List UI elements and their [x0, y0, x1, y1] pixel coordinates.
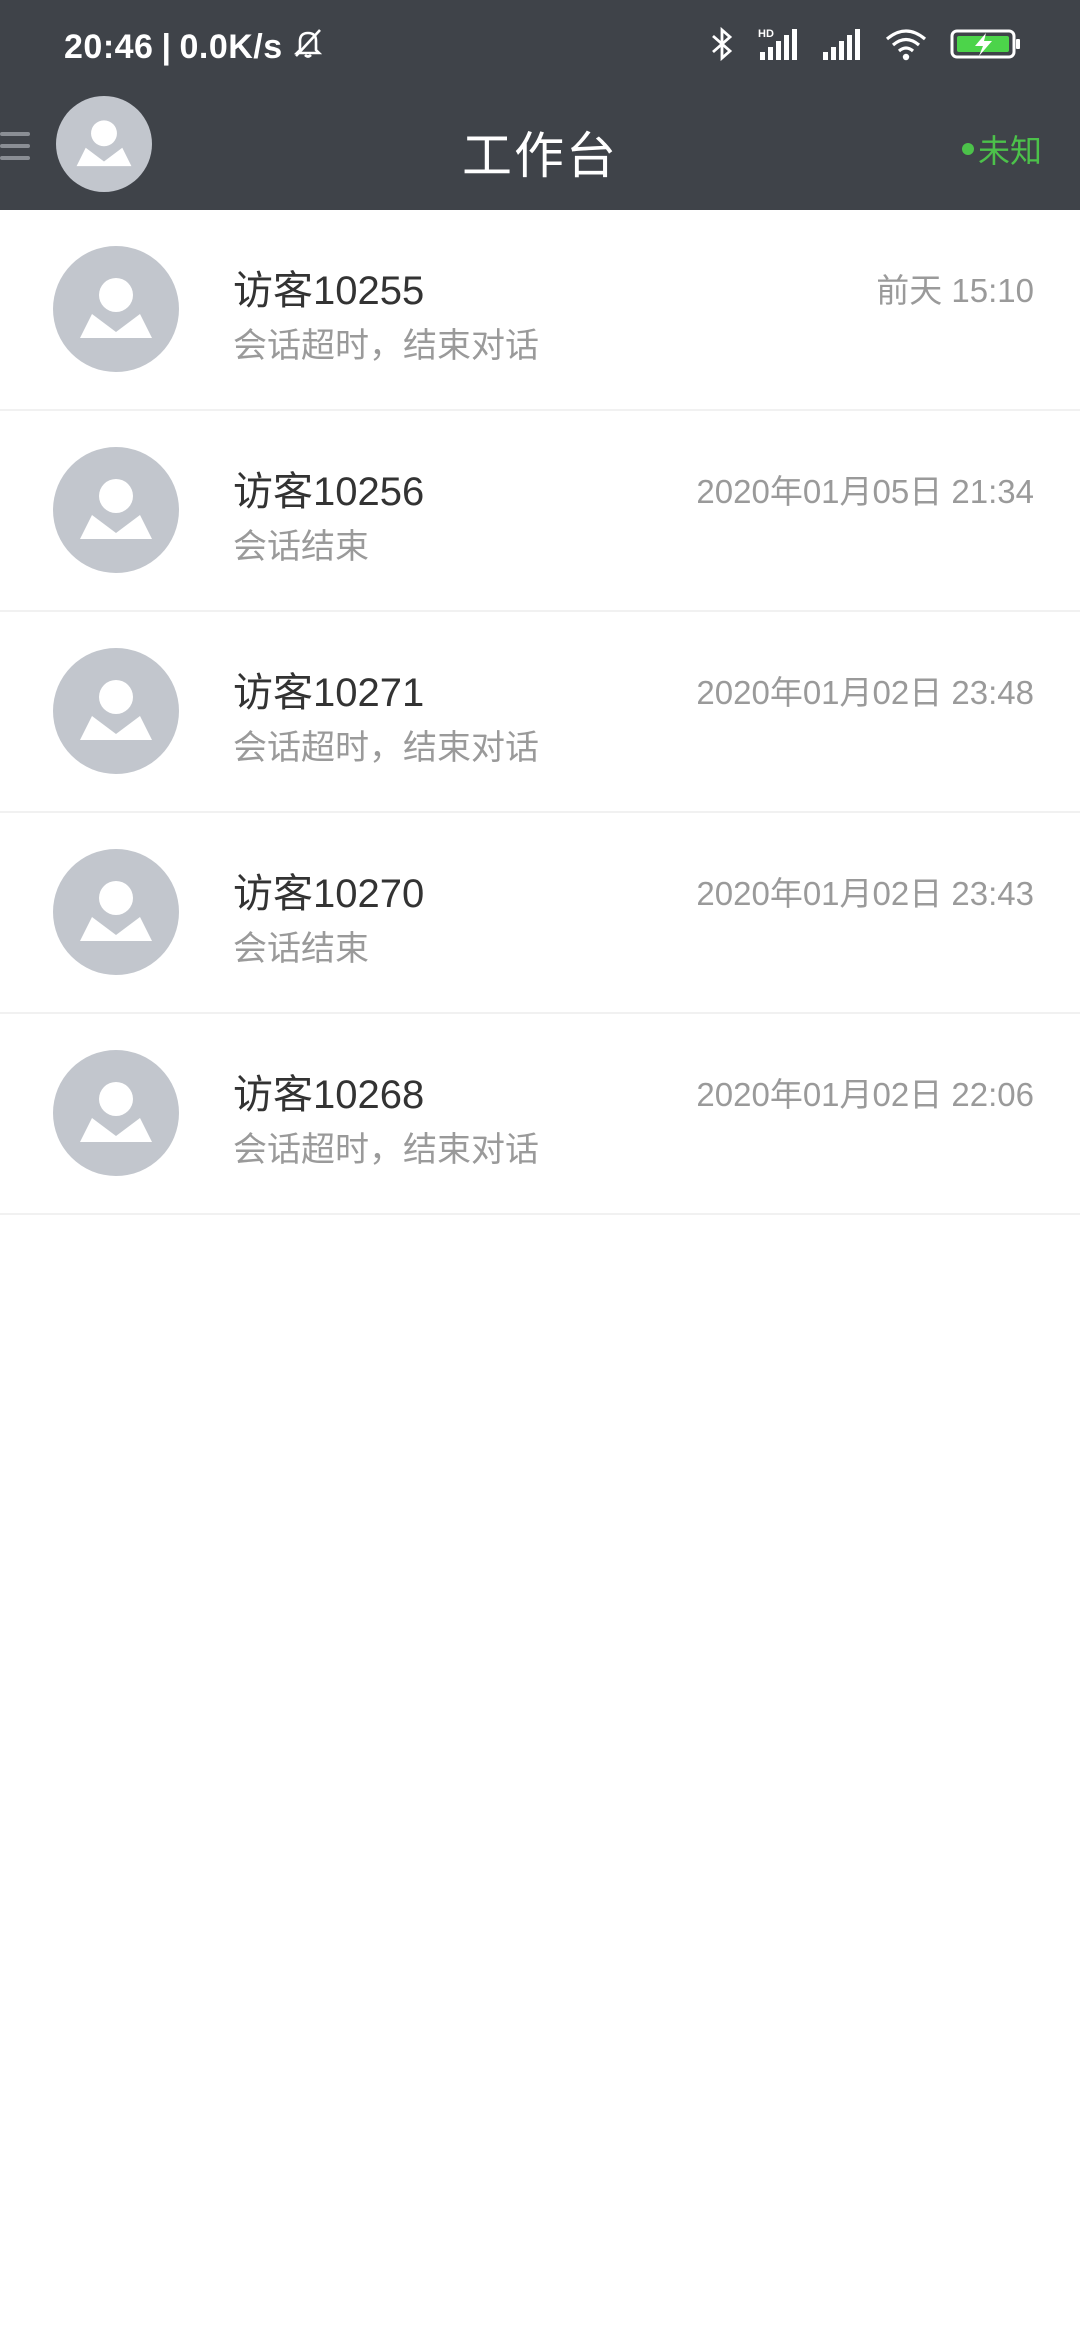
visitor-avatar [53, 246, 179, 372]
visitor-name: 访客10271 [233, 671, 425, 715]
clock: 20:46 [64, 28, 154, 66]
hd-signal-icon: HD [758, 26, 800, 67]
last-message: 会话结束 [233, 930, 369, 968]
agent-status-toggle[interactable]: 未知 [961, 126, 1042, 172]
user-icon [80, 881, 152, 941]
conversation-list: 访客10255 会话超时，结束对话 前天 15:10 访客10256 会话结束 … [0, 210, 1080, 1215]
wifi-icon [884, 26, 928, 67]
signal-icon [822, 26, 862, 67]
message-time: 2020年01月05日 21:34 [696, 473, 1034, 510]
visitor-avatar [53, 1050, 179, 1176]
user-icon [80, 1082, 152, 1142]
message-time: 前天 15:10 [876, 272, 1034, 309]
bluetooth-icon [708, 26, 736, 67]
visitor-name: 访客10255 [233, 269, 425, 313]
status-bar: 20:46 | 0.0K/s HD [0, 0, 1080, 96]
status-bar-right: HD [708, 26, 1022, 67]
user-icon [80, 479, 152, 539]
mute-bell-icon [291, 26, 325, 69]
last-message: 会话超时，结束对话 [233, 327, 539, 365]
visitor-avatar [53, 447, 179, 573]
network-speed: 0.0K/s [179, 28, 283, 66]
visitor-name: 访客10268 [233, 1073, 425, 1117]
battery-charging-icon [950, 26, 1022, 67]
status-dot-icon [961, 143, 974, 155]
visitor-name: 访客10256 [233, 470, 425, 514]
last-message: 会话结束 [233, 528, 369, 566]
page-title: 工作台 [462, 128, 618, 184]
visitor-name: 访客10270 [233, 872, 425, 916]
visitor-avatar [53, 648, 179, 774]
conversation-item[interactable]: 访客10268 会话超时，结束对话 2020年01月02日 22:06 [0, 1014, 1080, 1215]
user-icon [80, 278, 152, 338]
hd-label: HD [758, 28, 774, 40]
conversation-item[interactable]: 访客10271 会话超时，结束对话 2020年01月02日 23:48 [0, 612, 1080, 813]
visitor-avatar [53, 849, 179, 975]
conversation-item[interactable]: 访客10255 会话超时，结束对话 前天 15:10 [0, 210, 1080, 411]
conversation-item[interactable]: 访客10256 会话结束 2020年01月05日 21:34 [0, 411, 1080, 612]
agent-status-label: 未知 [977, 133, 1042, 169]
message-time: 2020年01月02日 22:06 [696, 1076, 1034, 1113]
status-bar-left: 20:46 | 0.0K/s [64, 26, 325, 69]
message-time: 2020年01月02日 23:48 [696, 674, 1034, 711]
title-bar: 工作台 未知 [0, 96, 1080, 210]
last-message: 会话超时，结束对话 [233, 729, 539, 767]
last-message: 会话超时，结束对话 [233, 1131, 539, 1169]
user-icon [80, 680, 152, 740]
status-separator: | [161, 28, 172, 66]
conversation-item[interactable]: 访客10270 会话结束 2020年01月02日 23:43 [0, 813, 1080, 1014]
message-time: 2020年01月02日 23:43 [696, 875, 1034, 912]
